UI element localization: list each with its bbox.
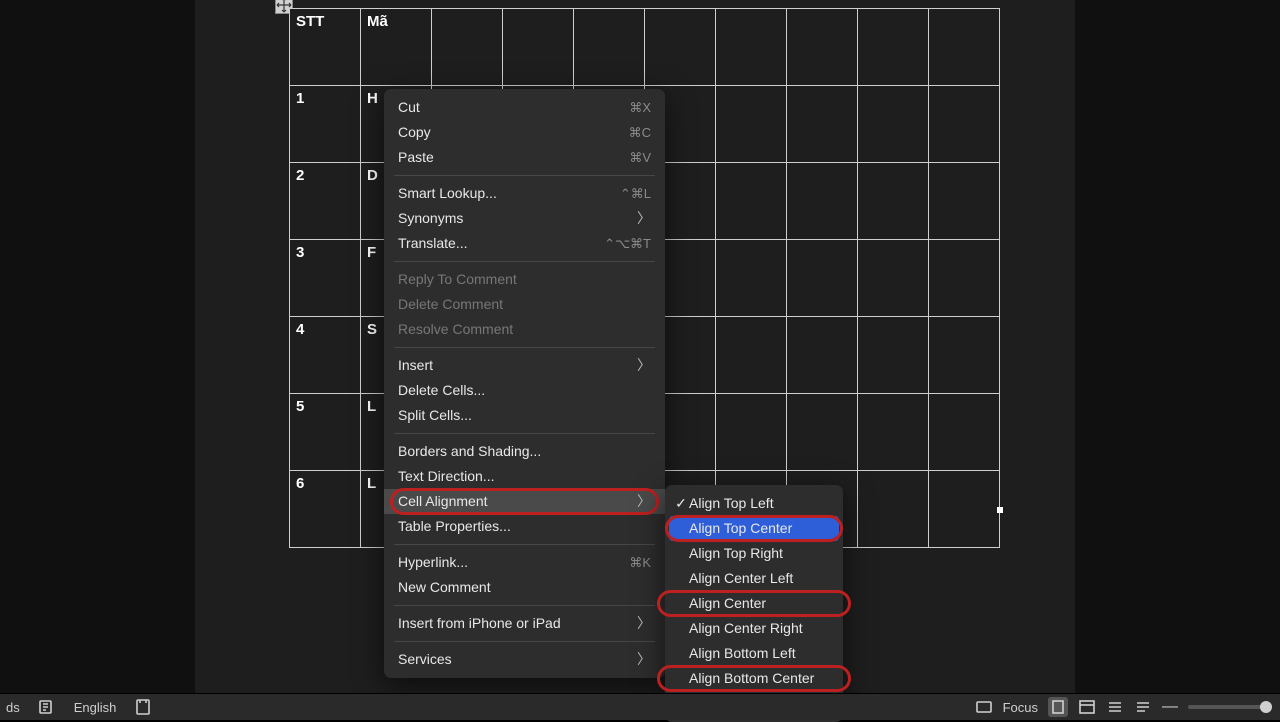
- cell[interactable]: [432, 9, 503, 86]
- menu-copy[interactable]: Copy⌘C: [384, 120, 665, 145]
- menu-insert[interactable]: Insert〉: [384, 353, 665, 378]
- cell[interactable]: [645, 9, 716, 86]
- status-bar: ds English Focus —: [0, 693, 1280, 720]
- menu-table-properties[interactable]: Table Properties...: [384, 514, 665, 539]
- menu-cell-alignment[interactable]: Cell Alignment〉: [384, 489, 665, 514]
- cell[interactable]: 6: [290, 471, 361, 548]
- menu-delete-cells[interactable]: Delete Cells...: [384, 378, 665, 403]
- focus-label[interactable]: Focus: [1003, 700, 1038, 715]
- menu-services[interactable]: Services〉: [384, 647, 665, 672]
- menu-translate[interactable]: Translate...⌃⌥⌘T: [384, 231, 665, 256]
- align-center-right[interactable]: Align Center Right: [665, 616, 843, 641]
- align-bottom-left[interactable]: Align Bottom Left: [665, 641, 843, 666]
- print-layout-icon[interactable]: [1048, 697, 1068, 717]
- language-label[interactable]: English: [74, 700, 117, 715]
- align-top-center[interactable]: Align Top Center: [669, 516, 839, 541]
- align-center-left[interactable]: Align Center Left: [665, 566, 843, 591]
- cell[interactable]: 4: [290, 317, 361, 394]
- menu-new-comment[interactable]: New Comment: [384, 575, 665, 600]
- cell[interactable]: 1: [290, 86, 361, 163]
- zoom-slider[interactable]: [1188, 705, 1272, 709]
- chevron-right-icon: 〉: [637, 356, 651, 375]
- cell[interactable]: 5: [290, 394, 361, 471]
- table-resize-handle[interactable]: [997, 507, 1003, 513]
- align-top-left[interactable]: ✓Align Top Left: [665, 491, 843, 516]
- cell[interactable]: 3: [290, 240, 361, 317]
- accessibility-icon[interactable]: [134, 698, 152, 716]
- cell[interactable]: [929, 9, 1000, 86]
- align-top-right[interactable]: Align Top Right: [665, 541, 843, 566]
- word-count[interactable]: ds: [6, 700, 20, 715]
- chevron-right-icon: 〉: [637, 209, 651, 228]
- outline-view-icon[interactable]: [1106, 698, 1124, 716]
- menu-text-direction[interactable]: Text Direction...: [384, 464, 665, 489]
- cell[interactable]: 2: [290, 163, 361, 240]
- menu-cut[interactable]: Cut⌘X: [384, 95, 665, 120]
- web-layout-icon[interactable]: [1078, 698, 1096, 716]
- cell[interactable]: [716, 9, 787, 86]
- menu-synonyms[interactable]: Synonyms〉: [384, 206, 665, 231]
- menu-insert-iphone[interactable]: Insert from iPhone or iPad〉: [384, 611, 665, 636]
- zoom-out[interactable]: —: [1162, 698, 1178, 716]
- focus-mode-icon[interactable]: [975, 698, 993, 716]
- align-center[interactable]: Align Center: [665, 591, 843, 616]
- menu-resolve-comment: Resolve Comment: [384, 317, 665, 342]
- chevron-right-icon: 〉: [637, 492, 651, 511]
- chevron-right-icon: 〉: [637, 650, 651, 669]
- spellcheck-icon[interactable]: [38, 698, 56, 716]
- menu-reply-comment: Reply To Comment: [384, 267, 665, 292]
- table-row: STT Mã: [290, 9, 1000, 86]
- context-menu: Cut⌘X Copy⌘C Paste⌘V Smart Lookup...⌃⌘L …: [384, 89, 665, 678]
- menu-hyperlink[interactable]: Hyperlink...⌘K: [384, 550, 665, 575]
- cell[interactable]: Mã: [361, 9, 432, 86]
- zoom-thumb[interactable]: [1260, 701, 1272, 713]
- cell-alignment-submenu: ✓Align Top Left Align Top Center Align T…: [665, 485, 843, 722]
- cell[interactable]: [503, 9, 574, 86]
- menu-smart-lookup[interactable]: Smart Lookup...⌃⌘L: [384, 181, 665, 206]
- menu-delete-comment: Delete Comment: [384, 292, 665, 317]
- menu-paste[interactable]: Paste⌘V: [384, 145, 665, 170]
- cell[interactable]: [787, 9, 858, 86]
- draft-view-icon[interactable]: [1134, 698, 1152, 716]
- cell[interactable]: [574, 9, 645, 86]
- menu-borders-shading[interactable]: Borders and Shading...: [384, 439, 665, 464]
- align-bottom-center[interactable]: Align Bottom Center: [665, 666, 843, 691]
- chevron-right-icon: 〉: [637, 614, 651, 633]
- cell[interactable]: STT: [290, 9, 361, 86]
- cell[interactable]: [858, 9, 929, 86]
- menu-split-cells[interactable]: Split Cells...: [384, 403, 665, 428]
- check-icon: ✓: [673, 494, 689, 513]
